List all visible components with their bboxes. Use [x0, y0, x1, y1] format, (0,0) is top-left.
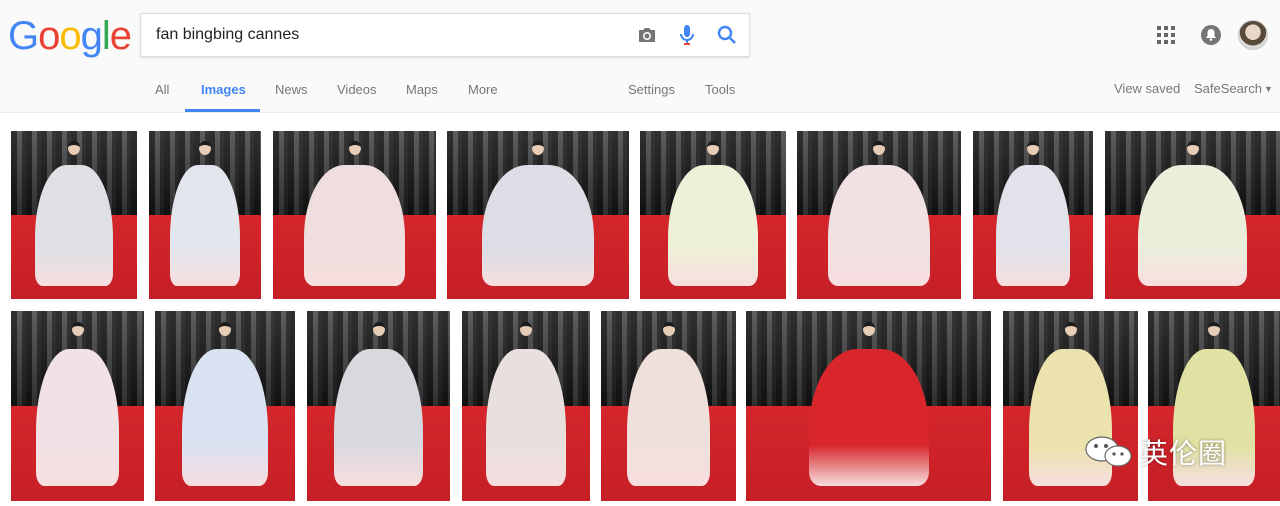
image-result[interactable]	[149, 131, 261, 299]
logo-letter: e	[109, 14, 132, 58]
figure-head	[873, 141, 885, 156]
tab-videos[interactable]: Videos	[337, 82, 377, 97]
gown	[1138, 164, 1247, 286]
gown	[181, 349, 269, 486]
tab-images[interactable]: Images	[201, 82, 246, 97]
gown	[808, 349, 929, 486]
image-result[interactable]	[307, 311, 450, 501]
caret-down-icon: ▼	[1263, 84, 1273, 94]
gown	[303, 164, 406, 286]
image-result[interactable]	[11, 131, 137, 299]
gown	[334, 349, 423, 486]
image-result[interactable]	[640, 131, 786, 299]
search-actions	[635, 14, 739, 56]
gown	[995, 164, 1071, 286]
tab-all[interactable]: All	[155, 82, 169, 97]
figure-head	[71, 322, 84, 337]
image-result[interactable]	[797, 131, 961, 299]
safesearch-label: SafeSearch	[1194, 81, 1262, 96]
image-result[interactable]	[447, 131, 629, 299]
image-result[interactable]	[1148, 311, 1280, 501]
avatar[interactable]	[1238, 20, 1268, 50]
wechat-icon	[1085, 436, 1132, 467]
search-input[interactable]	[141, 14, 621, 56]
logo-letter: g	[80, 14, 103, 58]
gown	[36, 349, 119, 486]
figure-head	[68, 141, 80, 156]
image-result[interactable]	[273, 131, 436, 299]
image-result[interactable]	[746, 311, 991, 501]
gown	[828, 164, 930, 286]
image-result[interactable]	[462, 311, 590, 501]
tab-news[interactable]: News	[275, 82, 308, 97]
image-result[interactable]	[11, 311, 144, 501]
image-result[interactable]	[155, 311, 295, 501]
figure-head	[862, 322, 875, 337]
google-logo[interactable]: Google	[8, 14, 132, 58]
logo-letter: l	[101, 14, 111, 58]
watermark-text: 英伦圈	[1140, 437, 1228, 470]
image-result[interactable]	[973, 131, 1093, 299]
gown	[486, 349, 566, 486]
gown	[170, 164, 240, 286]
safesearch-menu[interactable]: SafeSearch ▼	[1194, 81, 1273, 96]
figure-head	[348, 141, 361, 156]
search-icon[interactable]	[715, 23, 739, 47]
figure-head	[1027, 141, 1039, 156]
gown	[667, 164, 759, 286]
logo-letter: o	[38, 14, 60, 58]
figure-head	[707, 141, 719, 156]
image-result[interactable]	[601, 311, 736, 501]
figure-head	[1064, 322, 1077, 337]
image-result[interactable]	[1003, 311, 1138, 501]
watermark: 英伦圈	[1084, 432, 1227, 472]
logo-letter: o	[59, 14, 81, 58]
gown	[34, 164, 114, 286]
header: Google All Images News Videos	[0, 0, 1280, 113]
gown	[481, 164, 595, 286]
tab-settings[interactable]: Settings	[628, 82, 675, 97]
bell-icon[interactable]	[1200, 24, 1222, 46]
image-result[interactable]	[1105, 131, 1280, 299]
gown	[626, 349, 711, 486]
tab-maps[interactable]: Maps	[406, 82, 438, 97]
search-tabs: All Images News Videos Maps More Setting…	[0, 70, 1280, 112]
figure-head	[372, 322, 385, 337]
active-tab-indicator	[185, 109, 260, 112]
view-saved-link[interactable]: View saved	[1114, 81, 1180, 96]
search-box	[140, 13, 750, 57]
apps-grid-icon[interactable]	[1157, 26, 1175, 44]
tab-tools[interactable]: Tools	[705, 82, 735, 97]
logo-letter: G	[8, 14, 39, 58]
tab-more[interactable]: More	[468, 82, 498, 97]
figure-head	[662, 322, 675, 337]
mic-icon[interactable]	[675, 23, 699, 47]
figure-head	[532, 141, 544, 156]
figure-head	[199, 141, 211, 156]
figure-head	[1186, 141, 1199, 156]
camera-icon[interactable]	[635, 23, 659, 47]
